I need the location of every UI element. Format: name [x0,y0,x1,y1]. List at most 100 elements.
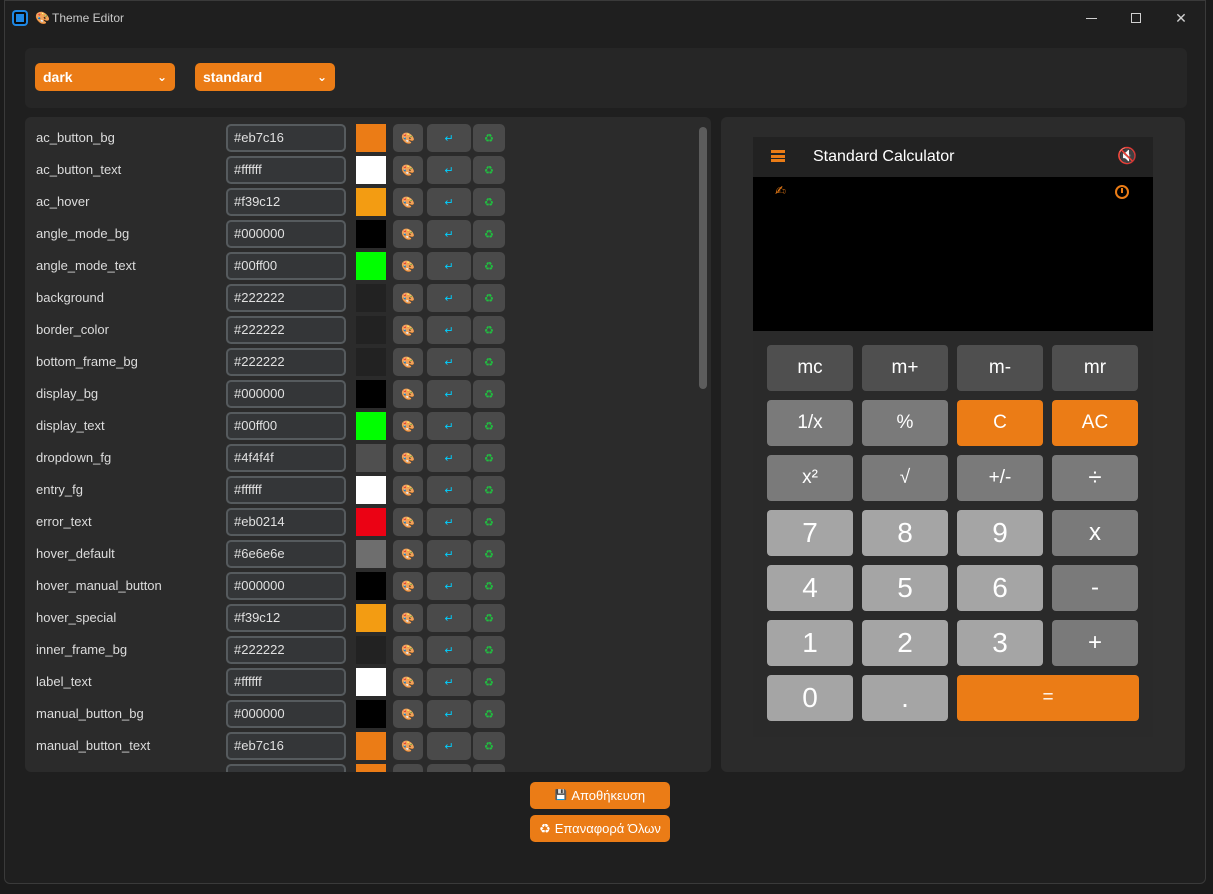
hex-input[interactable]: #222222 [226,284,346,312]
pick-color-button[interactable]: 🎨 [393,508,423,536]
calc-key[interactable]: m+ [862,345,948,391]
pick-color-button[interactable]: 🎨 [393,380,423,408]
color-swatch[interactable] [356,220,386,248]
reset-color-button[interactable]: ♻ [473,508,505,536]
apply-button[interactable]: ↵ [427,124,471,152]
color-swatch[interactable] [356,444,386,472]
calc-key[interactable]: AC [1052,400,1138,446]
color-swatch[interactable] [356,476,386,504]
reset-color-button[interactable]: ♻ [473,636,505,664]
hex-input[interactable]: #eb0214 [226,508,346,536]
handwriting-icon[interactable]: ✍ [775,183,786,199]
color-swatch[interactable] [356,412,386,440]
reset-color-button[interactable]: ♻ [473,284,505,312]
calc-key[interactable]: - [1052,565,1138,611]
calc-key[interactable]: 3 [957,620,1043,666]
hex-input[interactable]: #222222 [226,348,346,376]
hex-input[interactable]: #000000 [226,380,346,408]
calc-key[interactable]: 7 [767,510,853,556]
hex-input[interactable]: #222222 [226,316,346,344]
reset-color-button[interactable]: ♻ [473,732,505,760]
reset-color-button[interactable]: ♻ [473,316,505,344]
color-swatch[interactable] [356,572,386,600]
hex-input[interactable]: #ffffff [226,476,346,504]
apply-button[interactable]: ↵ [427,380,471,408]
pick-color-button[interactable]: 🎨 [393,188,423,216]
apply-button[interactable]: ↵ [427,700,471,728]
color-swatch[interactable] [356,668,386,696]
history-icon[interactable] [1115,185,1129,199]
calc-key[interactable]: x [1052,510,1138,556]
reset-color-button[interactable]: ♻ [473,220,505,248]
color-swatch[interactable] [356,188,386,216]
hex-input[interactable]: #eb7c16 [226,732,346,760]
calc-key[interactable]: +/- [957,455,1043,501]
apply-button[interactable]: ↵ [427,252,471,280]
reset-color-button[interactable]: ♻ [473,668,505,696]
apply-button[interactable]: ↵ [427,444,471,472]
theme-dropdown[interactable]: dark ⌄ [35,63,175,91]
reset-color-button[interactable]: ♻ [473,252,505,280]
reset-color-button[interactable]: ♻ [473,444,505,472]
pick-color-button[interactable]: 🎨 [393,444,423,472]
reset-color-button[interactable]: ♻ [473,476,505,504]
apply-button[interactable]: ↵ [427,604,471,632]
pick-color-button[interactable]: 🎨 [393,220,423,248]
apply-button[interactable]: ↵ [427,316,471,344]
pick-color-button[interactable]: 🎨 [393,732,423,760]
color-list-scrollbar[interactable] [699,127,707,389]
color-swatch[interactable] [356,252,386,280]
hamburger-menu-icon[interactable] [771,150,785,162]
color-swatch[interactable] [356,316,386,344]
color-swatch[interactable] [356,284,386,312]
color-swatch[interactable] [356,508,386,536]
pick-color-button[interactable]: 🎨 [393,156,423,184]
pick-color-button[interactable]: 🎨 [393,316,423,344]
hex-input[interactable]: #00ff00 [226,252,346,280]
reset-color-button[interactable]: ♻ [473,412,505,440]
pick-color-button[interactable]: 🎨 [393,540,423,568]
pick-color-button[interactable]: 🎨 [393,604,423,632]
color-swatch[interactable] [356,732,386,760]
color-swatch[interactable] [356,764,386,772]
color-swatch[interactable] [356,604,386,632]
calc-key[interactable]: + [1052,620,1138,666]
reset-all-button[interactable]: ♻ Επαναφορά Όλων [530,815,670,842]
pick-color-button[interactable]: 🎨 [393,572,423,600]
color-swatch[interactable] [356,156,386,184]
calc-key[interactable]: mr [1052,345,1138,391]
hex-input[interactable]: #f39c12 [226,604,346,632]
maximize-button[interactable] [1121,7,1151,29]
reset-color-button[interactable]: ♻ [473,156,505,184]
calc-key[interactable]: m- [957,345,1043,391]
pick-color-button[interactable]: 🎨 [393,476,423,504]
pick-color-button[interactable]: 🎨 [393,636,423,664]
apply-button[interactable]: ↵ [427,284,471,312]
color-list-panel[interactable]: ac_button_bg #eb7c16 🎨 ↵ ♻ ac_button_text #fff… [25,117,711,772]
hex-input[interactable]: #eb7c16 [226,764,346,772]
hex-input[interactable]: #eb7c16 [226,124,346,152]
close-button[interactable]: ✕ [1166,7,1196,29]
color-swatch[interactable] [356,124,386,152]
color-swatch[interactable] [356,700,386,728]
apply-button[interactable]: ↵ [427,188,471,216]
calc-key[interactable]: . [862,675,948,721]
calc-key[interactable]: 9 [957,510,1043,556]
hex-input[interactable]: #4f4f4f [226,444,346,472]
reset-color-button[interactable]: ♻ [473,700,505,728]
hex-input[interactable]: #000000 [226,220,346,248]
reset-color-button[interactable]: ♻ [473,380,505,408]
hex-input[interactable]: #ffffff [226,668,346,696]
pick-color-button[interactable]: 🎨 [393,764,423,772]
apply-button[interactable]: ↵ [427,348,471,376]
save-button[interactable]: 💾 Αποθήκευση [530,782,670,809]
reset-color-button[interactable]: ♻ [473,540,505,568]
calc-key[interactable]: 0 [767,675,853,721]
hex-input[interactable]: #ffffff [226,156,346,184]
hex-input[interactable]: #f39c12 [226,188,346,216]
calc-key[interactable]: ÷ [1052,455,1138,501]
calc-key[interactable]: 1/x [767,400,853,446]
calc-key[interactable]: 4 [767,565,853,611]
calc-key[interactable]: 6 [957,565,1043,611]
color-swatch[interactable] [356,540,386,568]
